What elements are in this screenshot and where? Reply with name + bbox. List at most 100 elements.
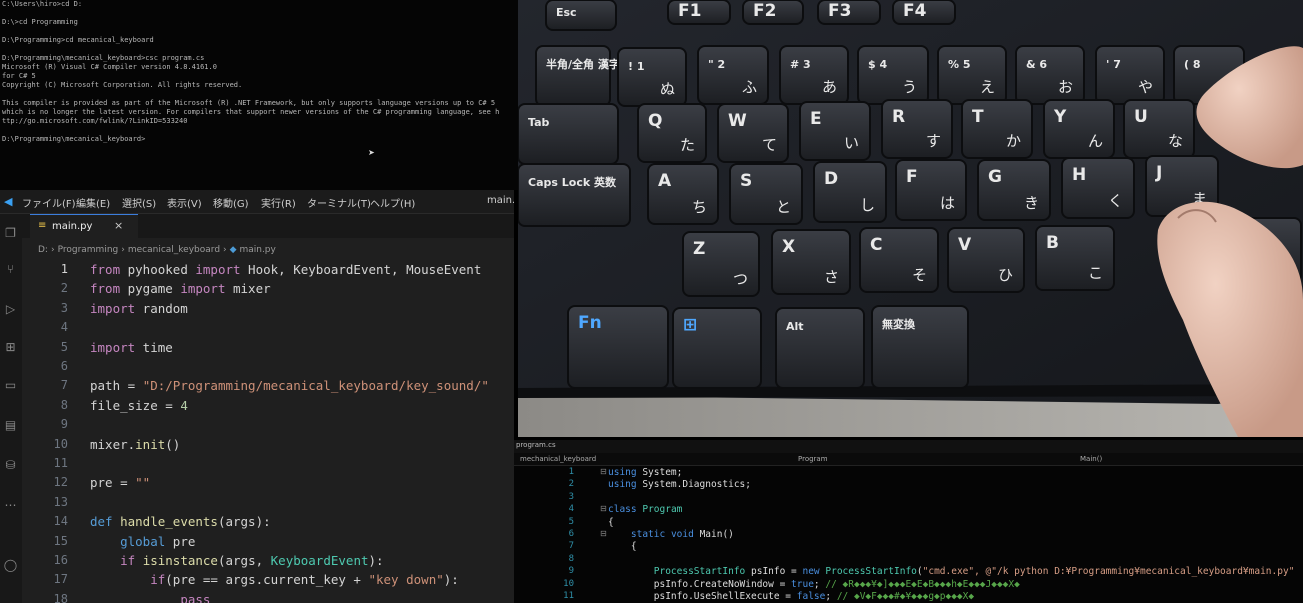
breadcrumb-programming[interactable]: Programming bbox=[58, 245, 119, 255]
keycap: F4 bbox=[892, 0, 956, 25]
run-debug-icon[interactable]: ▷ bbox=[3, 302, 18, 317]
line-number: 7 bbox=[568, 541, 574, 552]
keycap-label: 無変換 bbox=[882, 317, 916, 331]
testing-icon[interactable]: ▤ bbox=[3, 418, 18, 433]
code-text: mixer.init() bbox=[90, 436, 181, 452]
member-dropdown[interactable]: Main() bbox=[1080, 455, 1102, 463]
menu-run[interactable]: 実行(R) bbox=[261, 195, 296, 210]
line-number: 8 bbox=[60, 397, 68, 412]
class-dropdown[interactable]: Program bbox=[798, 455, 828, 463]
keycap: Gき bbox=[977, 159, 1051, 221]
line-number: 8 bbox=[568, 553, 574, 564]
keycap-kana: ふ bbox=[742, 78, 757, 96]
keycap-kana: と bbox=[776, 198, 791, 216]
keycap: Fは bbox=[895, 159, 967, 221]
keycap-kana: さ bbox=[824, 268, 839, 286]
keycap-label: Y bbox=[1053, 107, 1067, 127]
source-control-icon[interactable]: ⑂ bbox=[3, 262, 18, 277]
code-text: def handle_events(args): bbox=[90, 514, 271, 530]
fold-icon[interactable]: ⊟ bbox=[600, 504, 607, 513]
breadcrumb-drive[interactable]: D: bbox=[38, 245, 48, 255]
keycap-kana: か bbox=[1006, 132, 1021, 150]
keycap-label: $ 4 bbox=[868, 58, 887, 71]
menu-terminal[interactable]: ターミナル(T) bbox=[307, 195, 371, 210]
keycap-label: ! 1 bbox=[628, 60, 645, 73]
keycap-label: J bbox=[1155, 163, 1162, 183]
keycap: ' 7 や bbox=[1095, 45, 1165, 105]
line-number: 6 bbox=[60, 359, 68, 373]
keycap: Alt bbox=[775, 307, 865, 389]
fold-icon[interactable]: ⊟ bbox=[600, 467, 607, 476]
keycap: Hく bbox=[1061, 157, 1135, 219]
terminal-line: D:\>cd Programming bbox=[2, 18, 78, 26]
keycap: Xさ bbox=[771, 229, 851, 295]
code-text: import time bbox=[90, 339, 173, 355]
remote-explorer-icon[interactable]: ▭ bbox=[3, 378, 18, 393]
menu-go[interactable]: 移動(G) bbox=[213, 195, 249, 210]
code-line: 18 pass bbox=[22, 592, 514, 603]
keyboard-photo: Esc F1 F2 F3 F4 半角/全角 漢字 ! 1 ぬ " 2 ふ # 3 あ $ 4 う % 5 え &… bbox=[518, 0, 1303, 437]
explorer-icon[interactable]: ❐ bbox=[3, 226, 18, 241]
keycap: Zつ bbox=[682, 231, 760, 297]
menu-view[interactable]: 表示(V) bbox=[167, 195, 202, 210]
tab-main-py[interactable]: ≡ main.py × bbox=[30, 214, 138, 238]
keycap-label: H bbox=[1072, 165, 1086, 185]
close-icon[interactable]: × bbox=[114, 219, 123, 232]
tab-program-cs[interactable]: program.cs bbox=[516, 441, 556, 449]
cs-code-line: 7 { bbox=[514, 541, 1303, 553]
extensions-icon[interactable]: ⊞ bbox=[3, 340, 18, 355]
code-line: 13 bbox=[22, 495, 514, 514]
more-icon[interactable]: ⋯ bbox=[3, 498, 18, 513]
terminal-line: for C# 5 bbox=[2, 72, 36, 80]
menu-edit[interactable]: 編集(E) bbox=[76, 195, 110, 210]
menu-selection[interactable]: 選択(S) bbox=[122, 195, 156, 210]
cs-code-line: 3 bbox=[514, 492, 1303, 504]
line-number: 5 bbox=[60, 339, 68, 354]
fold-icon[interactable]: ⊟ bbox=[600, 529, 607, 538]
keycap-label: W bbox=[728, 111, 747, 131]
code-text: path = "D:/Programming/mecanical_keyboar… bbox=[90, 378, 489, 394]
breadcrumb-folder[interactable]: mecanical_keyboard bbox=[128, 245, 220, 255]
breadcrumb-file[interactable]: main.py bbox=[239, 245, 275, 255]
code-text: if isinstance(args, KeyboardEvent): bbox=[120, 553, 384, 568]
keycap: Yん bbox=[1043, 99, 1115, 159]
code-text: { bbox=[608, 541, 637, 553]
keycap-kana: な bbox=[1168, 132, 1183, 150]
code-text: ProcessStartInfo psInfo = new ProcessSta… bbox=[653, 566, 1295, 578]
keycap-label: ⊞ bbox=[683, 315, 697, 335]
keycap: Cそ bbox=[859, 227, 939, 293]
code-line: 2 from pygame import mixer bbox=[22, 281, 514, 300]
project-dropdown[interactable]: mechanical_keyboard bbox=[520, 455, 596, 463]
code-text: { bbox=[608, 516, 614, 528]
code-line: 8 file_size = 4 bbox=[22, 398, 514, 417]
terminal-line: which is no longer the latest version. F… bbox=[2, 108, 500, 116]
code-text: import random bbox=[90, 300, 188, 316]
account-icon[interactable]: ◯ bbox=[3, 558, 18, 573]
menu-bar: ◀ ファイル(F) 編集(E) 選択(S) 表示(V) 移動(G) 実行(R) … bbox=[0, 190, 514, 214]
database-icon[interactable]: ⛁ bbox=[3, 458, 18, 473]
code-text: class Program bbox=[608, 504, 683, 516]
terminal-line: D:\Programming\mecanical_keyboard>csc pr… bbox=[2, 54, 205, 62]
keycap: Qた bbox=[637, 103, 707, 163]
code-line: 7 path = "D:/Programming/mecanical_keyboa… bbox=[22, 378, 514, 397]
keycap-kana: は bbox=[940, 194, 955, 212]
keycap-label: D bbox=[824, 169, 838, 189]
keycap-label: X bbox=[782, 237, 795, 257]
line-number: 18 bbox=[53, 591, 68, 603]
menu-file[interactable]: ファイル(F) bbox=[22, 195, 76, 210]
code-text: psInfo.CreateNoWindow = true; // ◆R◆◆◆¥◆… bbox=[608, 578, 1020, 590]
keyboard-photo-svg: Esc F1 F2 F3 F4 半角/全角 漢字 ! 1 ぬ " 2 ふ # 3 あ $ 4 う % 5 え &… bbox=[518, 0, 1303, 437]
line-number: 10 bbox=[53, 436, 68, 451]
code-line: 17 if(pre == args.current_key + "key dow… bbox=[22, 572, 514, 591]
menu-help[interactable]: ヘルプ(H) bbox=[370, 195, 415, 210]
keycap-label: B bbox=[1046, 233, 1059, 253]
terminal-line: D:\Programming\mecanical_keyboard> bbox=[2, 135, 146, 143]
cs-code-line: 11 psInfo.UseShellExecute = false; // ◆V… bbox=[514, 591, 1303, 603]
line-number: 5 bbox=[568, 516, 574, 527]
keycap-label: G bbox=[988, 167, 1002, 187]
terminal-window[interactable]: C:\Users\hiro>cd D: D:\>cd Programming D:\… bbox=[0, 0, 518, 190]
